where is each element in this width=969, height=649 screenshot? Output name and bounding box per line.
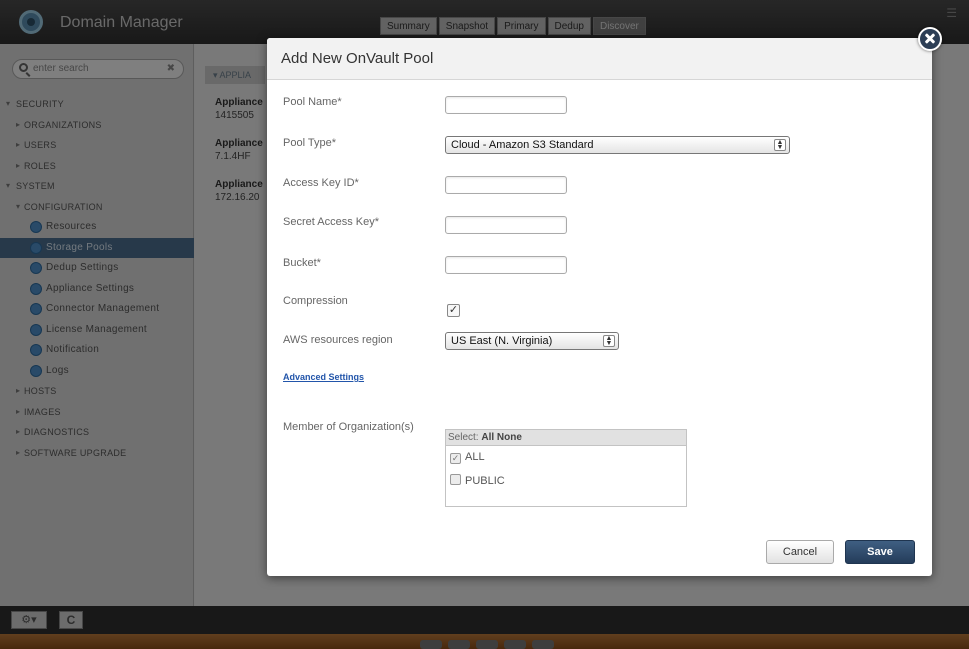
region-select[interactable]: US East (N. Virginia) ▲ ▼ [445,332,619,350]
advanced-settings-link[interactable]: Advanced Settings [283,372,364,382]
org-checkbox[interactable] [450,474,461,485]
bucket-field[interactable] [445,256,567,274]
secret-key-label: Secret Access Key* [283,216,379,228]
access-key-field[interactable] [445,176,567,194]
pool-type-label: Pool Type* [283,137,337,149]
close-dialog-icon[interactable] [918,27,942,51]
dialog-title: Add New OnVault Pool [281,50,434,67]
organizations-list: Select: All None ✓ ALL PUBLIC [445,429,687,507]
org-option-public[interactable]: PUBLIC [450,474,505,487]
compression-checkbox[interactable]: ✓ [447,304,460,317]
pool-name-label: Pool Name* [283,96,342,108]
secret-key-field[interactable] [445,216,567,234]
select-stepper-icon: ▲ ▼ [603,335,615,347]
save-button[interactable]: Save [845,540,915,564]
org-option-all[interactable]: ✓ ALL [450,451,485,464]
org-option-label: ALL [465,451,485,463]
org-option-label: PUBLIC [465,475,505,487]
bucket-label: Bucket* [283,257,321,269]
organizations-label: Member of Organization(s) [283,421,414,433]
region-value: US East (N. Virginia) [451,335,553,347]
dialog-header: Add New OnVault Pool [267,38,932,80]
access-key-label: Access Key ID* [283,177,359,189]
select-all-link[interactable]: All [481,432,494,443]
cancel-button[interactable]: Cancel [766,540,834,564]
select-stepper-icon: ▲ ▼ [774,139,786,151]
organizations-select-bar: Select: All None [446,430,686,446]
pool-type-value: Cloud - Amazon S3 Standard [451,139,594,151]
pool-name-field[interactable] [445,96,567,114]
pool-type-select[interactable]: Cloud - Amazon S3 Standard ▲ ▼ [445,136,790,154]
compression-label: Compression [283,295,348,307]
select-none-link[interactable]: None [497,432,522,443]
region-label: AWS resources region [283,334,393,346]
org-checkbox[interactable]: ✓ [450,453,461,464]
select-prefix: Select: [448,432,479,443]
add-onvault-pool-dialog: Add New OnVault Pool Pool Name* Pool Typ… [267,38,932,576]
